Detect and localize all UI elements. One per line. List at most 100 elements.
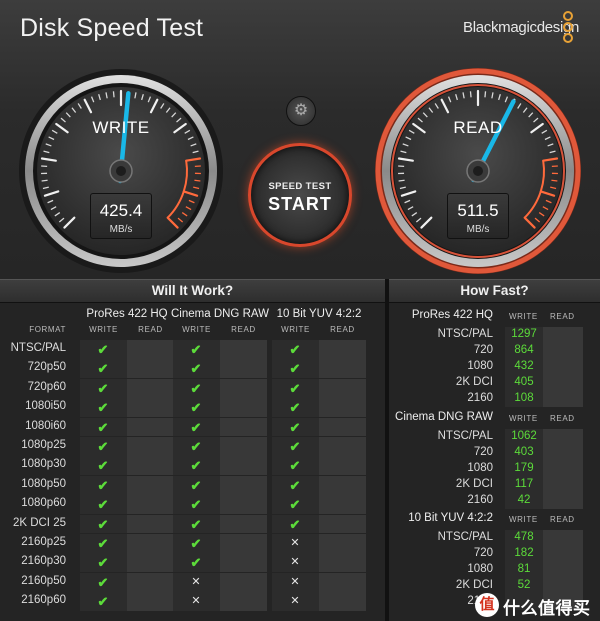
how-fast-write-value: 1062 <box>511 430 537 442</box>
check-icon: ✔ <box>190 419 202 435</box>
how-fast-row-label: 2K DCI <box>455 579 493 592</box>
start-button[interactable]: SPEED TEST START <box>248 143 352 247</box>
read-cell <box>127 437 174 456</box>
read-cell <box>220 553 267 573</box>
how-fast-row-label: NTSC/PAL <box>437 531 493 543</box>
read-cell <box>127 456 174 476</box>
how-fast-row-label: 2160 <box>467 494 493 507</box>
cross-icon: ✕ <box>290 537 300 549</box>
format-column-header: FORMAT <box>29 325 66 334</box>
read-cell <box>220 534 267 553</box>
read-cell <box>220 572 267 592</box>
settings-button[interactable]: ⚙ <box>286 96 316 126</box>
will-it-work-header: Will It Work? <box>0 279 385 303</box>
speed-test-header: Disk Speed Test Blackmagicdesign WRITE 4… <box>0 0 600 279</box>
read-cell <box>220 398 267 418</box>
codec-header: ProRes 422 HQ <box>86 308 168 320</box>
check-icon: ✔ <box>97 361 109 377</box>
check-icon: ✔ <box>190 380 202 396</box>
read-cell <box>127 340 174 359</box>
write-gauge-dial <box>19 69 223 273</box>
check-icon: ✔ <box>289 458 301 474</box>
read-cell <box>220 437 267 456</box>
check-icon: ✔ <box>97 516 109 532</box>
read-cell <box>220 456 267 476</box>
read-cell <box>127 378 174 398</box>
how-fast-row-label: 1080 <box>467 360 493 373</box>
check-icon: ✔ <box>190 516 202 532</box>
format-row-label: 1080i60 <box>25 419 66 432</box>
how-fast-write-value: 179 <box>514 462 534 475</box>
format-row-label: 2160p50 <box>21 574 66 587</box>
check-icon: ✔ <box>289 419 301 435</box>
watermark-text: 什么值得买 <box>503 599 591 618</box>
how-fast-read-cell <box>543 343 583 359</box>
how-fast-read-cell <box>543 562 583 578</box>
check-icon: ✔ <box>190 555 202 571</box>
write-column-header: WRITE <box>89 325 118 334</box>
format-row-label: 1080p50 <box>21 477 66 490</box>
how-fast-read-cell <box>543 429 583 445</box>
how-fast-row-label: 720 <box>473 344 493 357</box>
read-cell <box>220 514 267 534</box>
format-row-label: 1080p25 <box>21 439 66 451</box>
start-button-label: START <box>268 194 332 214</box>
how-fast-write-header: WRITE <box>509 312 538 321</box>
read-cell <box>220 417 267 437</box>
read-cell <box>319 417 366 437</box>
read-cell <box>319 534 366 553</box>
cross-icon: ✕ <box>290 595 300 608</box>
how-fast-row-label: 720 <box>473 446 493 459</box>
how-fast-row-label: NTSC/PAL <box>437 430 493 442</box>
check-icon: ✔ <box>97 419 109 435</box>
format-row-label: 2K DCI 25 <box>12 516 66 529</box>
how-fast-write-value: 42 <box>517 494 531 507</box>
how-fast-read-cell <box>543 530 583 546</box>
watermark-icon: 值 <box>475 593 499 617</box>
write-gauge-minor-tick <box>112 91 115 98</box>
check-icon: ✔ <box>190 458 202 474</box>
write-column-header: WRITE <box>182 325 211 334</box>
write-speed-value: 425.4 <box>99 201 143 220</box>
will-it-work-table: ProRes 422 HQ WRITE READ Cinema DNG RAW WRIT… <box>0 303 385 621</box>
write-speed-unit: MB/s <box>109 224 133 235</box>
format-row-label: 720p50 <box>27 361 66 374</box>
cross-icon: ✕ <box>290 556 300 569</box>
how-fast-codec-header: 10 Bit YUV 4:2:2 <box>408 512 493 524</box>
check-icon: ✔ <box>289 497 301 513</box>
read-cell <box>319 437 366 456</box>
how-fast-write-header: WRITE <box>509 414 538 423</box>
read-cell <box>319 592 366 612</box>
app-title: Disk Speed Test <box>20 14 204 42</box>
cross-icon: ✕ <box>191 595 201 608</box>
read-speed-readout: 511.5 MB/s <box>447 193 509 239</box>
read-cell <box>319 456 366 476</box>
format-row-label: 2160p25 <box>21 536 66 548</box>
check-icon: ✔ <box>190 342 202 357</box>
read-column-header: READ <box>330 325 355 334</box>
codec-header: Cinema DNG RAW <box>171 308 269 320</box>
how-fast-write-value: 1297 <box>511 328 537 340</box>
cross-icon: ✕ <box>290 575 300 588</box>
how-fast-table: ProRes 422 HQ WRITE READ NTSC/PAL 1297 720 864… <box>389 303 600 621</box>
write-gauge-minor-tick <box>194 179 201 182</box>
read-gauge-minor-tick <box>484 91 487 98</box>
read-cell <box>319 553 366 573</box>
read-cell <box>127 592 174 612</box>
check-icon: ✔ <box>97 342 109 357</box>
how-fast-row-label: 2K DCI <box>455 376 493 389</box>
write-gauge-minor-tick <box>41 179 48 182</box>
read-cell <box>319 572 366 592</box>
check-icon: ✔ <box>190 439 202 454</box>
how-fast-codec-header: Cinema DNG RAW <box>395 411 493 423</box>
read-cell <box>319 398 366 418</box>
how-fast-row-label: NTSC/PAL <box>437 328 493 340</box>
how-fast-read-cell <box>543 477 583 493</box>
how-fast-write-value: 864 <box>514 344 534 357</box>
read-cell <box>220 340 267 359</box>
read-cell <box>319 475 366 495</box>
write-gauge: WRITE 425.4 MB/s <box>16 66 226 276</box>
read-gauge-label: READ <box>453 118 503 137</box>
check-icon: ✔ <box>289 361 301 377</box>
how-fast-write-header: WRITE <box>509 515 538 524</box>
